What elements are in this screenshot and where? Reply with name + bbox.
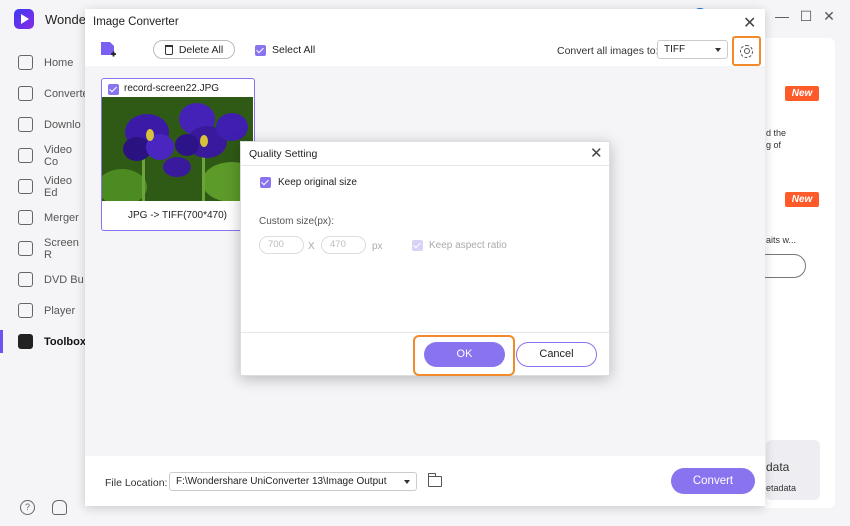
iris-flower-thumbnail: [102, 97, 253, 201]
x-label: X: [308, 241, 315, 252]
promo-text-2: aits w...: [766, 235, 797, 245]
keep-aspect-ratio-checkbox[interactable]: Keep aspect ratio: [412, 240, 507, 251]
format-select[interactable]: TIFF: [657, 40, 728, 59]
sidebar-item-downloader[interactable]: Downlo: [0, 109, 84, 140]
sidebar-item-dvd-burner[interactable]: DVD Bu: [0, 264, 84, 295]
height-input[interactable]: 470: [321, 236, 366, 254]
converter-toolbar: Delete All Select All Convert all images…: [85, 36, 765, 66]
convert-all-label: Convert all images to:: [557, 45, 659, 57]
quality-settings-button[interactable]: [732, 36, 761, 66]
toolbox-icon: [18, 334, 33, 349]
trash-icon: [164, 44, 173, 55]
video-compress-icon: [18, 148, 33, 163]
sidebar-item-video-compressor[interactable]: Video Co: [0, 140, 84, 171]
cancel-button[interactable]: Cancel: [516, 342, 597, 367]
item-checkbox[interactable]: [108, 84, 119, 95]
promo-text-3: data: [766, 460, 790, 474]
sidebar-item-toolbox[interactable]: Toolbox: [0, 326, 86, 357]
screen-record-icon: [18, 241, 33, 256]
file-location-label: File Location:: [105, 477, 168, 489]
image-item-card[interactable]: record-screen22.JPG JPG -> TIFF(700*470): [101, 78, 255, 231]
width-input[interactable]: 700: [259, 236, 304, 254]
app-name: Wonder: [45, 12, 91, 27]
file-name: record-screen22.JPG: [124, 83, 220, 94]
minimize-icon[interactable]: —: [773, 8, 791, 24]
quality-setting-header: Quality Setting ✕: [241, 142, 609, 166]
close-icon[interactable]: ✕: [743, 13, 756, 33]
quality-setting-footer: OK Cancel: [241, 332, 609, 376]
app-logo-icon: [14, 9, 34, 29]
file-location-select[interactable]: F:\Wondershare UniConverter 13\Image Out…: [169, 472, 417, 491]
delete-all-button[interactable]: Delete All: [153, 40, 235, 59]
promo-text-1: d the g of: [766, 128, 787, 150]
merger-icon: [18, 210, 33, 225]
new-badge: New: [785, 86, 819, 101]
promo-text-4: etadata: [766, 483, 797, 493]
quality-setting-title: Quality Setting: [249, 148, 318, 160]
player-icon: [18, 303, 33, 318]
select-all-checkbox[interactable]: Select All: [255, 44, 315, 56]
checkbox-checked-icon: [260, 177, 271, 188]
help-icon[interactable]: ?: [20, 500, 35, 515]
dvd-icon: [18, 272, 33, 287]
keep-original-size-checkbox[interactable]: Keep original size: [260, 177, 357, 188]
sidebar-item-converter[interactable]: Converte: [0, 78, 89, 109]
maximize-icon[interactable]: ☐: [797, 8, 815, 25]
download-icon: [18, 117, 33, 132]
sidebar-item-home[interactable]: Home: [0, 47, 84, 78]
new-badge-2: New: [785, 192, 819, 207]
sidebar: Home Converte Downlo Video Co Video Ed M…: [0, 46, 89, 526]
add-file-icon[interactable]: [99, 41, 117, 61]
dialog-title: Image Converter: [93, 16, 179, 28]
close-app-icon[interactable]: ✕: [820, 8, 838, 25]
sidebar-item-player[interactable]: Player: [0, 295, 84, 326]
px-label: px: [372, 241, 383, 252]
sidebar-item-video-editor[interactable]: Video Ed: [0, 171, 84, 202]
ok-button[interactable]: OK: [424, 342, 505, 367]
checkbox-disabled-icon: [412, 240, 423, 251]
notification-bell-icon[interactable]: [52, 500, 67, 515]
custom-size-label: Custom size(px):: [259, 216, 335, 227]
sidebar-item-screen-recorder[interactable]: Screen R: [0, 233, 84, 264]
folder-icon[interactable]: [427, 473, 442, 487]
convert-button[interactable]: Convert: [671, 468, 755, 494]
sidebar-item-merger[interactable]: Merger: [0, 202, 84, 233]
close-icon[interactable]: ✕: [590, 144, 603, 162]
gear-icon: [740, 44, 753, 58]
converter-icon: [18, 86, 33, 101]
quality-setting-dialog: Quality Setting ✕ Keep original size Cus…: [240, 141, 610, 376]
converter-footer: File Location: F:\Wondershare UniConvert…: [85, 456, 765, 506]
conversion-caption: JPG -> TIFF(700*470): [127, 210, 228, 221]
video-edit-icon: [18, 179, 33, 194]
checkbox-checked-icon: [255, 44, 266, 56]
home-icon: [18, 55, 33, 70]
